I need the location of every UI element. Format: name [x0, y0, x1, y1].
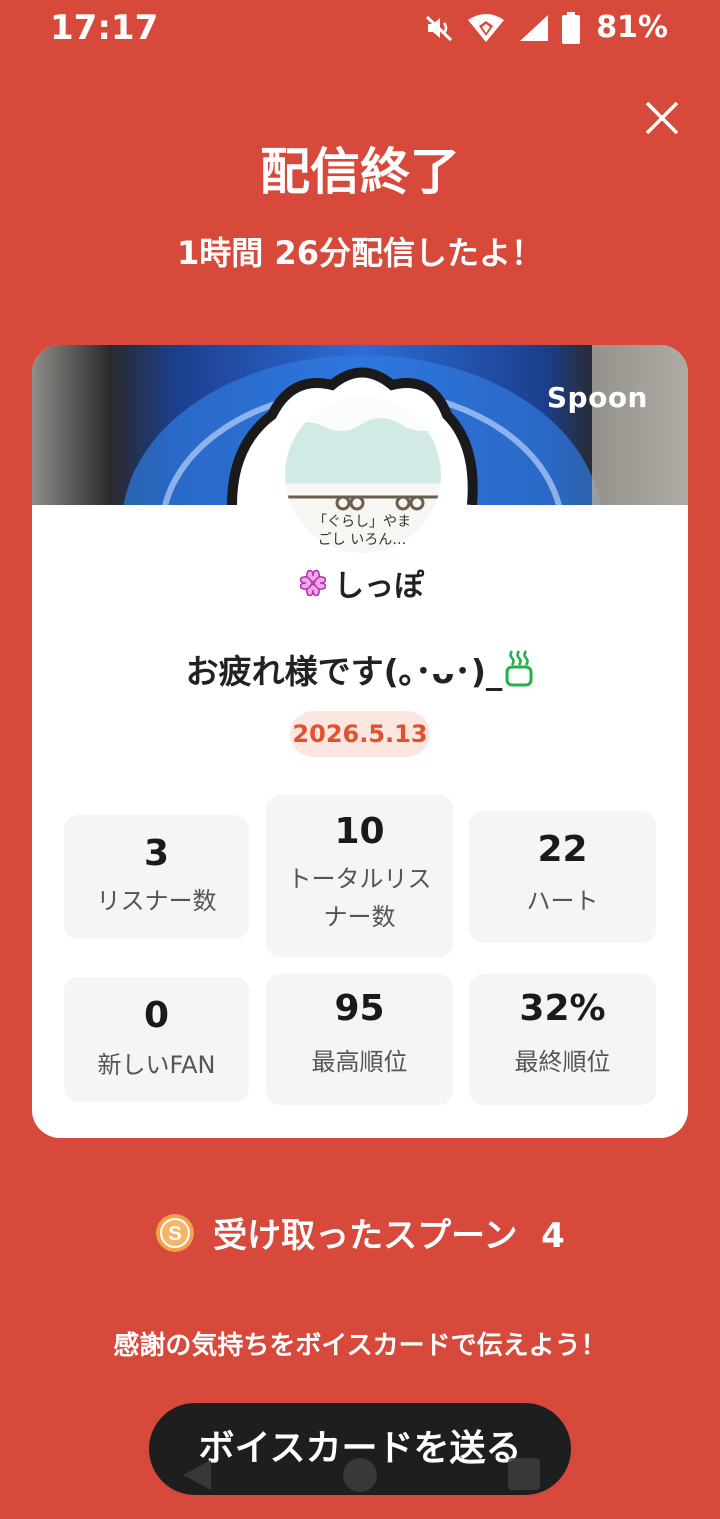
avatar-caption-line1: 「ぐらし」やま [313, 514, 411, 530]
status-time: 17:17 [50, 8, 159, 48]
live-title-text: お疲れ様です(｡･ᴗ･)_ [185, 652, 503, 691]
stat-value: 3 [143, 833, 170, 874]
spoon-coin-icon: S [156, 1214, 195, 1252]
battery-icon [562, 11, 581, 44]
summary-card: Spoon 「ぐらし」やま ごし いろん… しっぽ お疲れ様です(｡･ᴗ･)_ [32, 345, 688, 1138]
mug-icon [505, 650, 533, 687]
stat-hearts: 22 ハート [469, 811, 656, 943]
recents-icon[interactable] [508, 1458, 540, 1490]
stat-label-line1: トータルリス [287, 865, 432, 893]
stat-label: 最終順位 [514, 1048, 611, 1076]
live-title: お疲れ様です(｡･ᴗ･)_ [32, 645, 688, 693]
home-icon[interactable] [343, 1458, 377, 1492]
nickname-text: しっぽ [334, 569, 424, 604]
stat-label: 新しいFAN [97, 1051, 216, 1079]
stat-listeners: 3 リスナー数 [64, 815, 249, 939]
stat-value: 10 [334, 811, 385, 852]
avatar-caption-line2: ごし いろん… [317, 532, 407, 548]
stat-best-rank: 95 最高順位 [266, 974, 453, 1105]
avatar-caption: 「ぐらし」やま ごし いろん… [282, 513, 442, 549]
spoons-received: S 受け取ったスプーン 4 [0, 1208, 720, 1257]
stat-value: 0 [143, 995, 170, 1036]
spoons-label: 受け取ったスプーン [213, 1216, 518, 1256]
status-icons: 81% [424, 10, 668, 45]
stat-value: 32% [519, 988, 606, 1029]
stat-label: リスナー数 [96, 887, 217, 915]
signal-icon [520, 14, 549, 41]
stat-label: ハート [526, 887, 599, 915]
mute-icon [426, 15, 453, 41]
page-title: 配信終了 [260, 143, 460, 201]
date-badge: 2026.5.13 [290, 711, 430, 757]
battery-level: 81% [596, 10, 668, 45]
stat-value: 95 [334, 988, 385, 1029]
spoons-count: 4 [541, 1216, 565, 1256]
nickname[interactable]: しっぽ [32, 561, 688, 605]
spoon-logo: Spoon [546, 381, 648, 414]
stat-new-fans: 0 新しいFAN [64, 977, 249, 1102]
status-bar: 17:17 81% [0, 0, 720, 60]
stat-label: 最高順位 [311, 1048, 408, 1076]
system-nav-bar [0, 1445, 720, 1505]
svg-text:S: S [168, 1223, 181, 1245]
flower-icon [299, 569, 327, 597]
stat-final-rank: 32% 最終順位 [469, 974, 656, 1105]
stat-label-line2: ナー数 [323, 903, 396, 931]
wifi-icon [468, 13, 505, 42]
stat-value: 22 [537, 829, 588, 870]
broadcast-duration: 1時間 26分配信したよ！ [177, 234, 543, 272]
back-icon[interactable] [181, 1458, 213, 1492]
voice-card-prompt: 感謝の気持ちをボイスカードで伝えよう！ [113, 1331, 607, 1361]
stat-total-listeners: 10 トータルリス ナー数 [266, 795, 453, 957]
